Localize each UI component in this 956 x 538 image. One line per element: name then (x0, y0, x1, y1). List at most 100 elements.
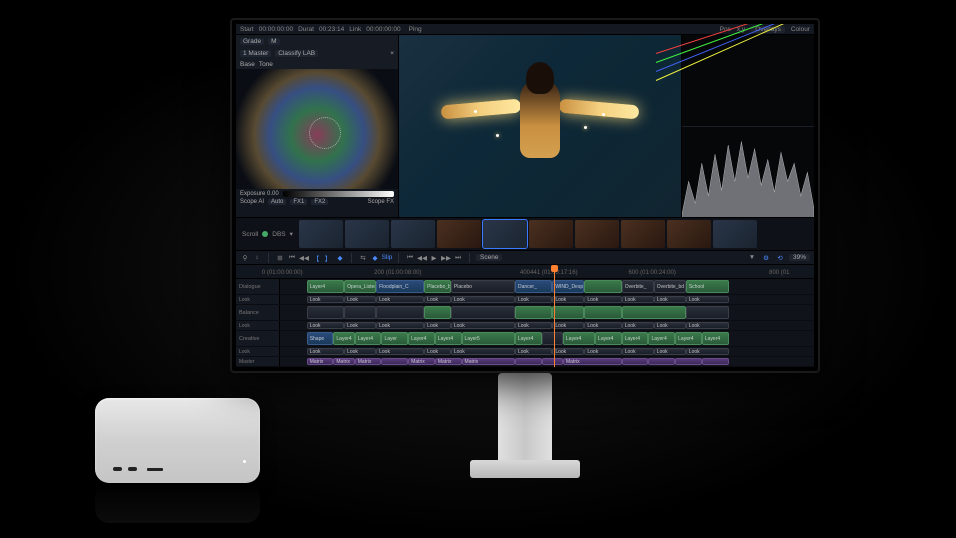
timeline-clip[interactable] (542, 358, 563, 365)
look-segment[interactable]: Look (686, 348, 729, 355)
timeline-clip[interactable]: Layer4 (702, 332, 729, 345)
look-segment[interactable]: Look (622, 296, 654, 303)
look-segment[interactable]: Look (424, 322, 451, 329)
look-segment[interactable]: Look (344, 296, 376, 303)
look-segment[interactable]: Look (584, 348, 621, 355)
timeline-clip[interactable]: Layer4 (648, 332, 675, 345)
timeline-ruler[interactable]: 0 (01:00:00:00)200 (01:00:08:00)400441 (… (236, 265, 814, 279)
look-segment[interactable]: Look (376, 348, 424, 355)
look-segment[interactable]: Look (451, 296, 515, 303)
timeline-clip[interactable] (376, 306, 424, 319)
step-fwd-icon[interactable]: ▶▶ (441, 253, 451, 263)
vectorscope-display[interactable] (236, 69, 398, 189)
timeline-clip[interactable]: Layer4 (622, 332, 649, 345)
look-segment[interactable]: Look (622, 322, 654, 329)
clip-thumbnail[interactable] (621, 220, 665, 248)
grid-icon[interactable]: ⊞ (275, 253, 285, 263)
timeline-clip[interactable]: Opera_Listener (344, 280, 376, 293)
timeline-clip[interactable] (381, 358, 408, 365)
timeline-clip[interactable]: Floodplain_C (376, 280, 424, 293)
clip-thumbnail-active[interactable] (483, 220, 527, 248)
look-segment[interactable]: Look (515, 348, 552, 355)
timeline-clip[interactable] (622, 358, 649, 365)
play-button[interactable]: ▶ (429, 253, 439, 263)
timeline-clip[interactable]: Layer4 (333, 332, 354, 345)
look-segment[interactable]: Look (515, 296, 552, 303)
go-start-icon[interactable]: ⏮ (405, 253, 415, 263)
look-segment[interactable]: Look (307, 322, 344, 329)
timeline-clip[interactable] (542, 332, 563, 345)
timeline-clip[interactable]: Layer5 (462, 332, 515, 345)
timeline-clip[interactable]: Matrix (435, 358, 462, 365)
track-body[interactable]: MatrixMatrixMatrixMatrixMatrixMatrixMatr… (280, 357, 814, 366)
timeline-clip[interactable] (584, 306, 621, 319)
timeline-clip[interactable]: Matrix (408, 358, 435, 365)
track-header[interactable]: Look (236, 321, 280, 330)
track-header[interactable]: Master (236, 357, 280, 366)
exposure-slider[interactable] (283, 191, 394, 197)
track-body[interactable]: LookLookLookLookLookLookLookLookLookLook… (280, 347, 814, 356)
timeline-clip[interactable]: Layer4 (355, 332, 382, 345)
track-body[interactable] (280, 305, 814, 320)
lock-icon[interactable]: ⇆ (358, 253, 368, 263)
timeline-clip[interactable]: Layer4 (435, 332, 462, 345)
timeline-clip[interactable]: Matrix (307, 358, 334, 365)
timeline-clip[interactable] (648, 358, 675, 365)
luma-waveform-scope[interactable] (682, 126, 814, 218)
bracket-out-icon[interactable]: 】 (323, 253, 333, 263)
scroll-mode-label[interactable]: Scroll (242, 231, 258, 238)
auto-button[interactable]: Auto (268, 199, 286, 205)
look-segment[interactable]: Look (552, 348, 584, 355)
refresh-icon[interactable]: ⟲ (775, 253, 785, 263)
timeline-clip[interactable] (451, 306, 515, 319)
tone-tab[interactable]: Tone (259, 61, 273, 68)
fx1-button[interactable]: FX1 (290, 199, 307, 205)
look-segment[interactable]: Look (376, 322, 424, 329)
go-end-icon[interactable]: ⏭ (453, 253, 463, 263)
track-header[interactable]: Creative (236, 331, 280, 346)
timeline-clip[interactable]: Layer4 (675, 332, 702, 345)
look-segment[interactable]: Look (376, 296, 424, 303)
close-icon[interactable]: × (390, 50, 394, 57)
timeline-clip[interactable] (622, 306, 686, 319)
look-segment[interactable]: Look (622, 348, 654, 355)
timeline-clip[interactable] (515, 358, 542, 365)
mode-button[interactable]: M (268, 38, 279, 45)
timeline-clip[interactable]: Overbite_ (622, 280, 654, 293)
timeline-clip[interactable]: Layer4 (515, 332, 542, 345)
grade-tab[interactable]: Grade (240, 38, 264, 45)
clip-thumbnail[interactable] (529, 220, 573, 248)
timeline-clip[interactable] (424, 306, 451, 319)
look-segment[interactable]: Look (515, 322, 552, 329)
track-header[interactable]: Dialogue (236, 279, 280, 294)
timeline-clip[interactable] (552, 306, 584, 319)
prev-button[interactable]: ◀◀ (299, 253, 309, 263)
track-header[interactable]: Look (236, 295, 280, 304)
zoom-dropdown[interactable]: 39% (789, 254, 810, 261)
timeline-clip[interactable]: WIND_Desperate_En (552, 280, 584, 293)
timeline-clip[interactable]: Layer4 (563, 332, 595, 345)
look-segment[interactable]: Look (424, 296, 451, 303)
clip-thumbnail[interactable] (667, 220, 711, 248)
go-start-button[interactable]: ⏮ (287, 253, 297, 263)
timeline-clip[interactable]: School (686, 280, 729, 293)
look-segment[interactable]: Look (344, 322, 376, 329)
timeline-clip[interactable]: Matrix (333, 358, 354, 365)
diamond-icon[interactable]: ◆ (335, 253, 345, 263)
scene-dropdown[interactable]: Scene (476, 254, 502, 261)
look-segment[interactable]: Look (344, 348, 376, 355)
timeline-clip[interactable] (307, 306, 344, 319)
dbs-label[interactable]: DBS (272, 231, 285, 238)
timeline-clip[interactable]: Shape (307, 332, 334, 345)
playhead[interactable] (554, 265, 555, 367)
preview-viewer[interactable] (399, 35, 681, 217)
timeline-clip[interactable] (686, 306, 729, 319)
timeline-clip[interactable]: Layer4 (408, 332, 435, 345)
look-segment[interactable]: Look (424, 348, 451, 355)
track-body[interactable]: Layer4Opera_ListenerFloodplain_CPlacebo_… (280, 279, 814, 294)
base-tab[interactable]: Base (240, 61, 255, 68)
fx2-button[interactable]: FX2 (311, 199, 328, 205)
look-segment[interactable]: Look (686, 322, 729, 329)
clip-thumbnail[interactable] (437, 220, 481, 248)
slip-tool[interactable]: Slip (382, 253, 392, 263)
